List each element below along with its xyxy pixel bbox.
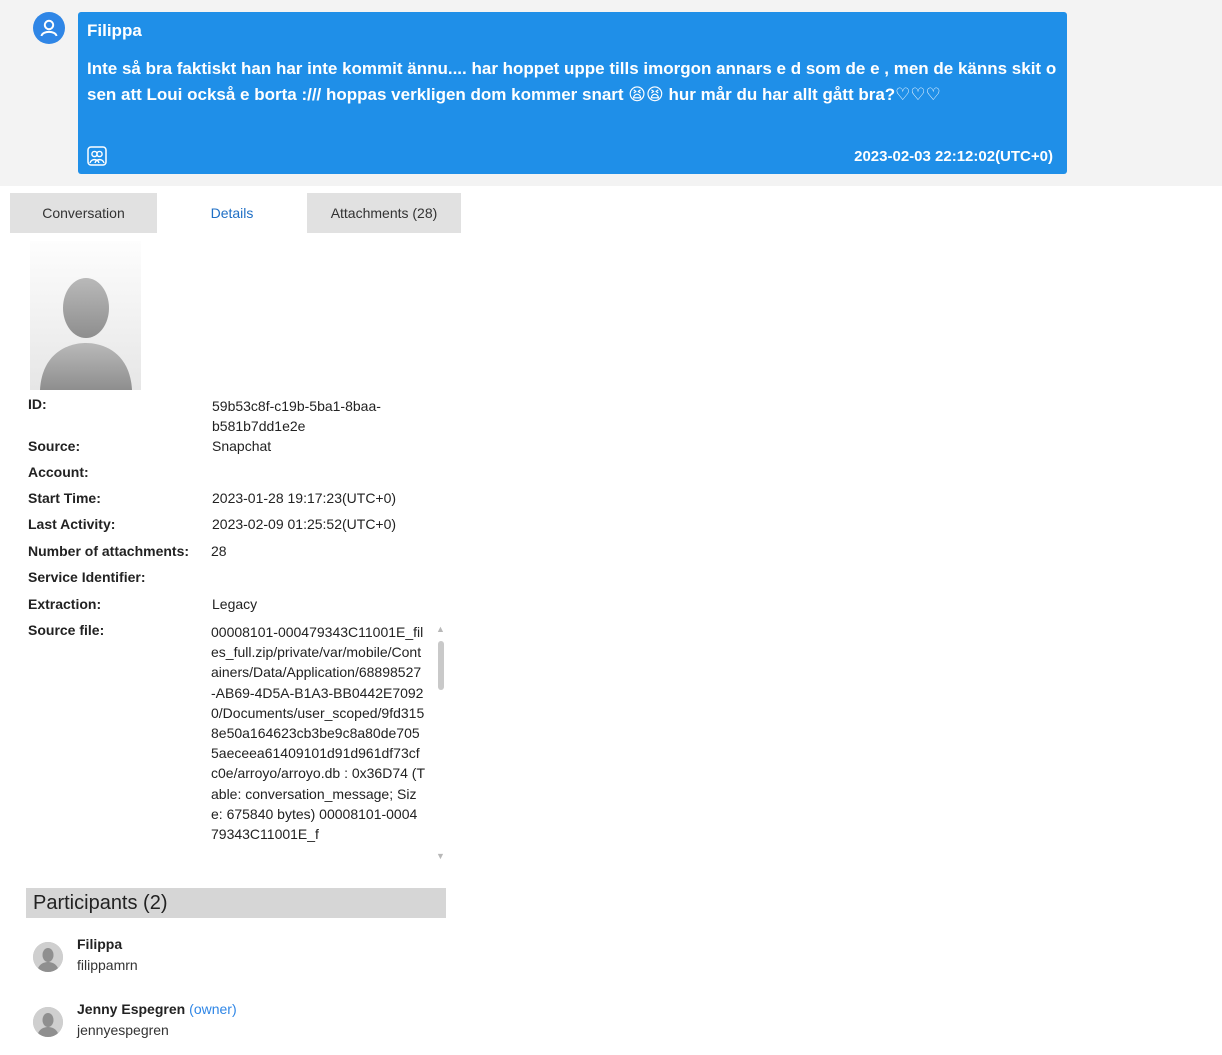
extraction-label: Extraction:	[28, 596, 102, 612]
participant-name-text: Filippa	[77, 936, 123, 952]
participant-username: filippamrn	[77, 957, 138, 973]
attachments-count-value: 28	[211, 543, 227, 559]
participant-item[interactable]: Filippa filippamrn	[33, 936, 453, 976]
start-time-label: Start Time:	[28, 490, 101, 506]
source-file-value: 00008101-000479343C11001E_files_full.zip…	[211, 624, 425, 843]
message-sender: Filippa	[87, 21, 142, 40]
profile-picture	[30, 241, 141, 390]
tab-conversation[interactable]: Conversation	[10, 193, 157, 233]
source-file-box[interactable]: 00008101-000479343C11001E_files_full.zip…	[211, 622, 451, 870]
last-activity-label: Last Activity:	[28, 516, 116, 532]
message-bubble[interactable]: Filippa Inte så bra faktiskt han har int…	[78, 12, 1067, 174]
tab-details[interactable]: Details	[157, 193, 307, 233]
id-value: 59b53c8f-c19b-5ba1-8baa-b581b7dd1e2e	[212, 398, 381, 434]
participant-name-text: Jenny Espegren	[77, 1001, 186, 1017]
group-chat-icon	[87, 146, 107, 166]
last-activity-value: 2023-02-09 01:25:52(UTC+0)	[212, 516, 397, 532]
scroll-down-arrow-icon[interactable]: ▼	[436, 851, 446, 861]
contact-avatar-icon	[33, 12, 65, 44]
id-label: ID:	[28, 396, 47, 412]
source-file-label: Source file:	[28, 622, 105, 638]
participant-username: jennyespegren	[77, 1022, 169, 1038]
tab-bar: Conversation Details Attachments (28)	[10, 193, 461, 233]
attachments-count-label: Number of attachments:	[28, 543, 190, 559]
participant-name: Filippa	[77, 936, 122, 952]
extraction-value: Legacy	[212, 596, 258, 612]
scroll-up-arrow-icon[interactable]: ▲	[436, 624, 446, 634]
owner-badge: (owner)	[189, 1001, 237, 1017]
source-value: Snapchat	[212, 438, 272, 454]
tab-attachments[interactable]: Attachments (28)	[307, 193, 461, 233]
person-silhouette-icon	[40, 278, 132, 390]
participants-header: Participants (2)	[26, 888, 446, 918]
message-strip: Filippa Inte så bra faktiskt han har int…	[0, 0, 1222, 186]
start-time-value: 2023-01-28 19:17:23(UTC+0)	[212, 490, 397, 506]
message-text: Inte så bra faktiskt han har inte kommit…	[87, 59, 1057, 104]
source-label: Source:	[28, 438, 81, 454]
participant-name: Jenny Espegren (owner)	[77, 1001, 237, 1017]
participant-avatar-icon	[33, 942, 63, 972]
participant-item[interactable]: Jenny Espegren (owner) jennyespegren	[33, 1001, 453, 1041]
account-label: Account:	[28, 464, 89, 480]
participant-avatar-icon	[33, 1007, 63, 1037]
service-identifier-label: Service Identifier:	[28, 569, 146, 585]
message-timestamp: 2023-02-03 22:12:02(UTC+0)	[854, 148, 1053, 165]
scrollbar-thumb[interactable]	[438, 641, 444, 690]
